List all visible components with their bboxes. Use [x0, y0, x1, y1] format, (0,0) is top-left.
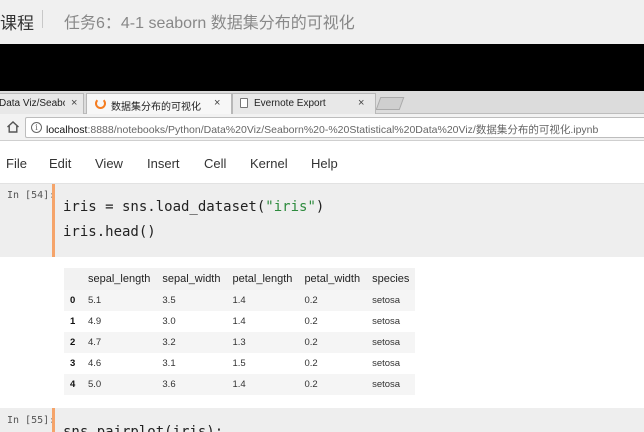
spinner-icon: [95, 98, 106, 109]
column-header: petal_length: [232, 273, 293, 285]
course-task-title: 任务6：4-1 seaborn 数据集分布的可视化: [64, 15, 355, 32]
table-cell: 4.6: [88, 358, 102, 369]
new-tab-button[interactable]: [375, 97, 405, 110]
table-row: 1 4.9 3.0 1.4 0.2 setosa: [64, 311, 416, 332]
column-header: petal_width: [304, 273, 361, 285]
table-cell: setosa: [372, 295, 401, 306]
row-index: 4: [70, 379, 76, 390]
notebook-menu-bar: File Edit View Insert Cell Kernel Help: [0, 141, 644, 184]
menu-help[interactable]: Help: [311, 156, 338, 171]
table-cell: 4.7: [88, 337, 102, 348]
url-text: localhost:8888/notebooks/Python/Data%20V…: [46, 122, 598, 137]
table-cell: 4.9: [88, 316, 102, 327]
close-icon[interactable]: ×: [358, 97, 364, 109]
table-cell: 3.5: [162, 295, 176, 306]
table-cell: 1.4: [232, 379, 246, 390]
column-header: sepal_length: [88, 273, 151, 285]
cell-selection-edge: [52, 408, 55, 432]
table-cell: 3.2: [162, 337, 176, 348]
code-cell[interactable]: In [54]: iris = sns.load_dataset("iris")…: [0, 184, 644, 257]
close-icon[interactable]: ×: [214, 97, 220, 109]
table-row: 3 4.6 3.1 1.5 0.2 setosa: [64, 353, 416, 374]
code-text: ): [315, 199, 325, 215]
table-cell: 0.2: [304, 379, 318, 390]
course-label[interactable]: 课程: [0, 9, 34, 34]
dataframe-output: sepal_length sepal_width petal_length pe…: [64, 268, 416, 395]
table-cell: 0.2: [304, 337, 318, 348]
code-line[interactable]: sns.pairplot(iris);: [63, 424, 223, 432]
tab-evernote-export[interactable]: Evernote Export ×: [232, 93, 376, 114]
menu-insert[interactable]: Insert: [147, 156, 180, 171]
url-input[interactable]: i localhost:8888/notebooks/Python/Data%2…: [25, 117, 644, 138]
table-cell: 5.1: [88, 295, 102, 306]
menu-kernel[interactable]: Kernel: [250, 156, 288, 171]
cell-prompt: In [55]:: [7, 415, 56, 426]
tab-notebook-active[interactable]: 数据集分布的可视化 ×: [86, 93, 232, 115]
menu-edit[interactable]: Edit: [49, 156, 71, 171]
cell-prompt: In [54]:: [7, 190, 56, 201]
row-index: 0: [70, 295, 76, 306]
column-header: sepal_width: [162, 273, 221, 285]
address-row: i localhost:8888/notebooks/Python/Data%2…: [0, 114, 644, 141]
video-black-band: [0, 44, 644, 91]
table-cell: 3.1: [162, 358, 176, 369]
row-index: 2: [70, 337, 76, 348]
tab-label: 数据集分布的可视化: [111, 102, 201, 113]
table-cell: setosa: [372, 379, 401, 390]
course-header: 课程 任务6：4-1 seaborn 数据集分布的可视化: [0, 0, 644, 44]
header-divider: [42, 10, 43, 28]
url-path: :8888/notebooks/Python/Data%20Viz/Seabor…: [87, 124, 599, 136]
menu-view[interactable]: View: [95, 156, 123, 171]
info-icon[interactable]: i: [31, 122, 42, 133]
table-row: 4 5.0 3.6 1.4 0.2 setosa: [64, 374, 416, 395]
table-cell: 1.3: [232, 337, 246, 348]
code-text: sns.pairplot(iris);: [63, 424, 224, 432]
column-header: species: [372, 273, 410, 285]
table-row: 2 4.7 3.2 1.3 0.2 setosa: [64, 332, 416, 353]
table-cell: 1.5: [232, 358, 246, 369]
menu-cell[interactable]: Cell: [204, 156, 226, 171]
cell-selection-edge: [52, 184, 55, 257]
url-host: localhost: [46, 124, 88, 136]
table-row: 0 5.1 3.5 1.4 0.2 setosa: [64, 290, 416, 311]
table-cell: 3.6: [162, 379, 176, 390]
table-cell: 5.0: [88, 379, 102, 390]
code-cell[interactable]: In [55]: sns.pairplot(iris);: [0, 408, 644, 432]
table-cell: 0.2: [304, 295, 318, 306]
home-icon[interactable]: [6, 120, 20, 134]
table-cell: 3.0: [162, 316, 176, 327]
tab-label: Data Viz/Seaborn: [0, 98, 65, 109]
table-cell: 0.2: [304, 358, 318, 369]
code-line[interactable]: iris.head(): [63, 224, 156, 240]
row-index: 3: [70, 358, 76, 369]
document-icon: [240, 98, 248, 108]
menu-file[interactable]: File: [6, 156, 27, 171]
table-header-row: sepal_length sepal_width petal_length pe…: [64, 268, 416, 290]
table-cell: setosa: [372, 358, 401, 369]
close-icon[interactable]: ×: [71, 97, 77, 109]
index-header: [64, 268, 82, 290]
code-text: iris = sns.load_dataset(: [63, 199, 266, 215]
table-cell: 1.4: [232, 295, 246, 306]
table-cell: setosa: [372, 316, 401, 327]
code-text: iris.head(): [63, 224, 156, 240]
code-line[interactable]: iris = sns.load_dataset("iris"): [63, 199, 324, 215]
table-cell: 1.4: [232, 316, 246, 327]
string-literal: "iris": [265, 199, 316, 215]
tab-data-viz-seaborn[interactable]: Data Viz/Seaborn ×: [0, 93, 84, 114]
table-cell: 0.2: [304, 316, 318, 327]
table-cell: setosa: [372, 337, 401, 348]
tab-label: Evernote Export: [254, 98, 326, 109]
browser-tab-strip: Data Viz/Seaborn × 数据集分布的可视化 × Evernote …: [0, 91, 644, 115]
row-index: 1: [70, 316, 76, 327]
